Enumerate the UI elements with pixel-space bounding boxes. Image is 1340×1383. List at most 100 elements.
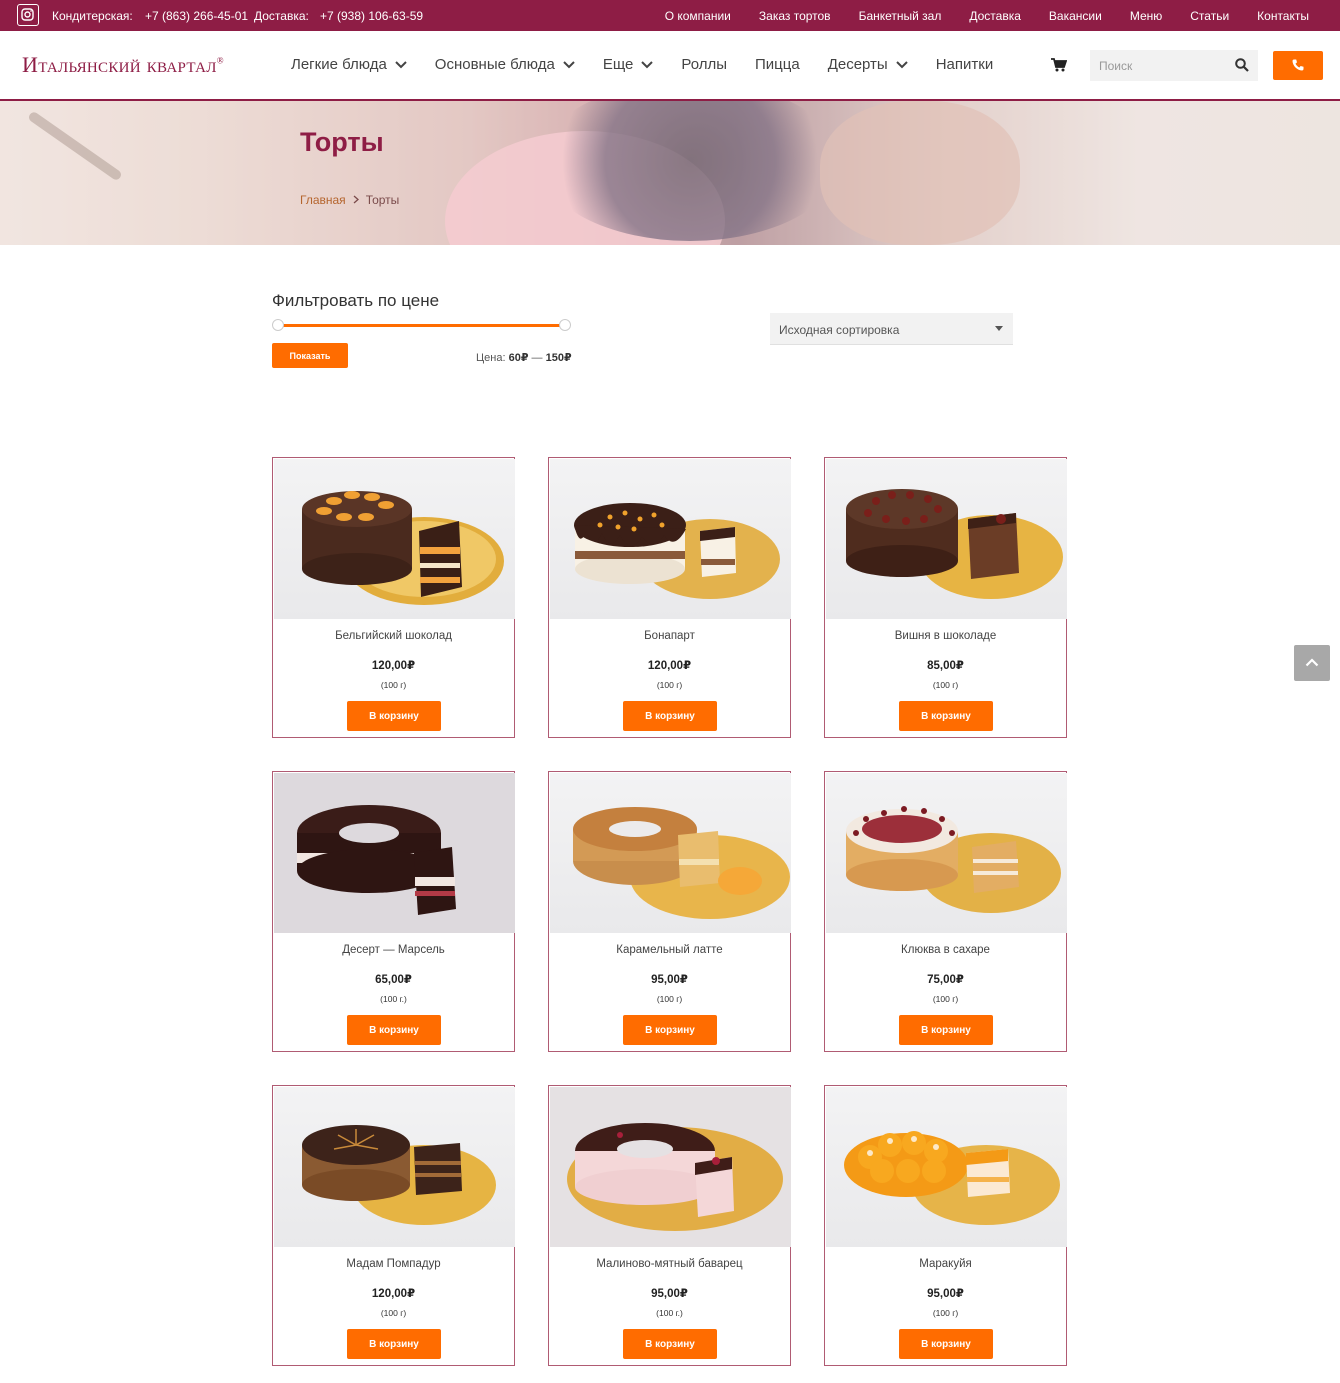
main-nav: Легкие блюда Основные блюда Еще Роллы Пи… (291, 56, 1021, 73)
instagram-icon[interactable] (17, 4, 39, 26)
nav-main-dishes[interactable]: Основные блюда (435, 56, 575, 73)
product-card[interactable]: Вишня в шоколаде 85,00₽ (100 г) В корзин… (824, 457, 1067, 738)
nav-label: Пицца (755, 56, 800, 73)
caret-down-icon (995, 326, 1003, 331)
price-slider[interactable] (272, 319, 571, 331)
product-price: 120,00₽ (371, 660, 416, 672)
add-to-cart-button[interactable]: В корзину (347, 1015, 441, 1045)
chevron-down-icon (896, 56, 908, 73)
delivery-label: Доставка: (254, 9, 309, 23)
nav-label: Еще (602, 56, 634, 73)
nav-label: Напитки (935, 56, 994, 73)
product-name[interactable]: Мадам Помпадур (273, 1258, 514, 1270)
product-name[interactable]: Десерт — Марсель (273, 944, 514, 956)
product-price: 95,00₽ (651, 974, 688, 986)
top-bar: Кондитерская: +7 (863) 266-45-01 Доставк… (0, 0, 1340, 31)
product-card[interactable]: Мадам Помпадур 120,00₽ (100 г) В корзину (272, 1085, 515, 1366)
nav-label: Десерты (827, 56, 888, 73)
product-weight: (100 г) (380, 1308, 407, 1318)
price-label: Цена: (476, 352, 506, 364)
top-link-banquet[interactable]: Банкетный зал (859, 9, 942, 23)
price-dash: — (531, 352, 543, 364)
add-to-cart-button[interactable]: В корзину (623, 1015, 717, 1045)
top-link-articles[interactable]: Статьи (1190, 9, 1229, 23)
product-image[interactable] (274, 459, 515, 619)
product-image[interactable] (550, 459, 791, 619)
product-image[interactable] (274, 773, 515, 933)
show-button[interactable]: Показать (272, 343, 348, 368)
slider-min-handle[interactable] (272, 319, 284, 331)
top-link-contacts[interactable]: Контакты (1257, 9, 1309, 23)
product-name[interactable]: Маракуйя (825, 1258, 1066, 1270)
add-to-cart-button[interactable]: В корзину (899, 701, 993, 731)
product-name[interactable]: Вишня в шоколаде (825, 630, 1066, 642)
nav-rolls[interactable]: Роллы (681, 56, 727, 73)
search-icon[interactable] (1235, 58, 1249, 77)
breadcrumb-home[interactable]: Главная (300, 193, 346, 207)
product-card[interactable]: Малиново-мятный баварец 95,00₽ (100 г.) … (548, 1085, 791, 1366)
breadcrumb: Главная Торты (300, 193, 399, 207)
search-input[interactable] (1090, 50, 1220, 81)
nav-drinks[interactable]: Напитки (936, 56, 994, 73)
product-card[interactable]: Карамельный латте 95,00₽ (100 г) В корзи… (548, 771, 791, 1052)
product-weight: (100 г) (380, 680, 407, 690)
product-name[interactable]: Бельгийский шоколад (273, 630, 514, 642)
call-button[interactable] (1273, 51, 1323, 80)
product-card[interactable]: Клюква в сахаре 75,00₽ (100 г) В корзину (824, 771, 1067, 1052)
add-to-cart-button[interactable]: В корзину (899, 1015, 993, 1045)
product-card[interactable]: Маракуйя 95,00₽ (100 г) В корзину (824, 1085, 1067, 1366)
product-name[interactable]: Карамельный латте (549, 944, 790, 956)
add-to-cart-button[interactable]: В корзину (347, 1329, 441, 1359)
product-card[interactable]: Бельгийский шоколад 120,00₽ (100 г) В ко… (272, 457, 515, 738)
price-max: 150₽ (545, 352, 572, 364)
search-box (1090, 50, 1258, 81)
product-image[interactable] (550, 1087, 791, 1247)
product-image[interactable] (826, 773, 1067, 933)
product-weight: (100 г.) (656, 1308, 683, 1318)
product-name[interactable]: Малиново-мятный баварец (549, 1258, 790, 1270)
logo-mark: ® (216, 55, 224, 66)
confectionery-phone[interactable]: +7 (863) 266-45-01 (145, 9, 248, 23)
delivery-phone[interactable]: +7 (938) 106-63-59 (320, 9, 423, 23)
nav-label: Легкие блюда (291, 56, 387, 73)
product-image[interactable] (550, 773, 791, 933)
product-weight: (100 г) (656, 680, 683, 690)
cart-icon[interactable] (1051, 58, 1068, 77)
product-price: 120,00₽ (647, 660, 692, 672)
nav-light-dishes[interactable]: Легкие блюда (291, 56, 407, 73)
sort-selected: Исходная сортировка (779, 323, 900, 337)
product-price: 120,00₽ (371, 1288, 416, 1300)
logo-text: Итальянский квартал (22, 52, 217, 77)
add-to-cart-button[interactable]: В корзину (623, 1329, 717, 1359)
price-range-text: Цена: 60₽ — 150₽ (476, 351, 572, 364)
product-image[interactable] (826, 459, 1067, 619)
nav-pizza[interactable]: Пицца (755, 56, 800, 73)
top-link-vacancies[interactable]: Вакансии (1049, 9, 1102, 23)
top-link-about[interactable]: О компании (665, 9, 731, 23)
top-link-cake-order[interactable]: Заказ тортов (759, 9, 831, 23)
top-link-menu[interactable]: Меню (1130, 9, 1162, 23)
add-to-cart-button[interactable]: В корзину (899, 1329, 993, 1359)
sort-select[interactable]: Исходная сортировка (770, 313, 1013, 345)
page-title: Торты (300, 127, 384, 157)
product-weight: (100 г) (932, 1308, 959, 1318)
product-image[interactable] (826, 1087, 1067, 1247)
site-logo[interactable]: Итальянский квартал® (22, 52, 224, 78)
add-to-cart-button[interactable]: В корзину (347, 701, 441, 731)
nav-more[interactable]: Еще (603, 56, 654, 73)
back-to-top-button[interactable] (1294, 645, 1330, 681)
product-price: 65,00₽ (375, 974, 412, 986)
confectionery-label: Кондитерская: (52, 9, 133, 23)
hero-overlay (0, 101, 1340, 245)
slider-max-handle[interactable] (559, 319, 571, 331)
product-image[interactable] (274, 1087, 515, 1247)
product-price: 85,00₽ (927, 660, 964, 672)
product-card[interactable]: Бонапарт 120,00₽ (100 г) В корзину (548, 457, 791, 738)
site-header: Итальянский квартал® Легкие блюда Основн… (0, 31, 1340, 101)
nav-desserts[interactable]: Десерты (828, 56, 908, 73)
product-name[interactable]: Бонапарт (549, 630, 790, 642)
product-card[interactable]: Десерт — Марсель 65,00₽ (100 г.) В корзи… (272, 771, 515, 1052)
add-to-cart-button[interactable]: В корзину (623, 701, 717, 731)
product-name[interactable]: Клюква в сахаре (825, 944, 1066, 956)
top-link-delivery[interactable]: Доставка (969, 9, 1021, 23)
